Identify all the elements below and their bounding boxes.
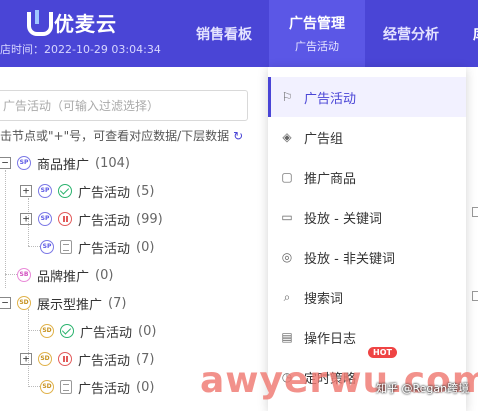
status-enabled-icon xyxy=(58,184,72,198)
sp-type-icon: SP xyxy=(38,212,52,226)
menu-item-search-terms[interactable]: ⌕ 搜索词 xyxy=(268,277,466,317)
checkbox-icon[interactable] xyxy=(472,291,478,301)
sd-type-icon: SD xyxy=(40,324,54,338)
refresh-icon[interactable]: ↻ xyxy=(233,129,243,143)
menu-item-operation-log[interactable]: ▤ 操作日志 xyxy=(268,317,466,357)
menu-item-product-targeting[interactable]: ◎ 投放 - 非关键词 xyxy=(268,237,466,277)
nav-inventory[interactable]: 库 xyxy=(470,0,478,67)
tree-hint: 击节点或"+"号，可查看对应数据/下层数据 ↻ xyxy=(0,127,243,144)
logo-text: 优麦云 xyxy=(54,12,117,36)
hot-badge: HOT xyxy=(368,347,397,358)
target-icon: ◎ xyxy=(281,250,293,264)
tree-node-label: 广告活动 xyxy=(78,241,131,257)
store-time: 店时间：2022-10-29 03:04:34 xyxy=(0,43,161,56)
hint-text: 击节点或"+"号，可查看对应数据/下层数据 xyxy=(0,129,230,143)
expand-toggle-icon[interactable]: + xyxy=(20,213,32,225)
menu-item-keyword-targeting[interactable]: ▭ 投放 - 关键词 xyxy=(268,197,466,237)
search-input[interactable] xyxy=(0,91,247,120)
tree-node-label: 广告活动 xyxy=(78,353,131,369)
sp-type-icon: SP xyxy=(17,156,31,170)
cart-icon: ▢ xyxy=(281,170,293,184)
checkbox-icon[interactable] xyxy=(472,207,478,217)
status-archived-icon xyxy=(60,380,72,394)
tree-node-sd[interactable]: − SD 展示型推广 (7) xyxy=(0,293,126,313)
tree-node-label: 展示型推广 xyxy=(37,297,103,313)
tree-node-campaign[interactable]: + SP 广告活动 (5) xyxy=(20,181,154,201)
menu-item-ad-groups[interactable]: ◈ 广告组 xyxy=(268,117,466,157)
tree-node-campaign[interactable]: SP 广告活动 (0) xyxy=(40,237,154,257)
top-navigation-bar: 优麦云 店时间：2022-10-29 03:04:34 销售看板 广告管理 广告… xyxy=(0,0,478,67)
layers-icon: ◈ xyxy=(282,130,292,144)
collapse-toggle-icon[interactable]: − xyxy=(0,157,11,169)
nav-label: 广告管理 xyxy=(289,16,345,32)
flag-icon: ⚐ xyxy=(281,90,293,104)
log-icon: ▤ xyxy=(281,330,293,344)
sd-type-icon: SD xyxy=(17,296,31,310)
tree-node-campaign[interactable]: SD 广告活动 (0) xyxy=(40,377,154,397)
logo-mark-icon xyxy=(26,9,53,36)
tree-node-count: (0) xyxy=(136,379,155,395)
tree-filter-search[interactable] xyxy=(0,90,248,121)
nav-business-analysis[interactable]: 经营分析 xyxy=(380,0,442,67)
tree-node-count: (99) xyxy=(136,211,163,227)
tree-node-count: (0) xyxy=(136,239,155,255)
menu-item-label: 投放 - 非关键词 xyxy=(304,251,395,267)
tree-node-count: (7) xyxy=(108,295,127,311)
tree-connector xyxy=(28,246,40,247)
tree-node-count: (7) xyxy=(136,351,155,367)
tree-node-label: 广告活动 xyxy=(78,213,131,229)
nav-label: 库 xyxy=(473,24,478,44)
tree-connector xyxy=(28,386,40,387)
sd-type-icon: SD xyxy=(40,380,54,394)
nav-sales-dashboard[interactable]: 销售看板 xyxy=(193,0,255,67)
expand-toggle-icon[interactable]: + xyxy=(20,185,32,197)
nav-ad-management[interactable]: 广告管理 广告活动 xyxy=(269,0,365,67)
status-paused-icon xyxy=(58,352,72,366)
app-logo[interactable]: 优麦云 xyxy=(26,8,117,37)
menu-item-label: 推广商品 xyxy=(304,171,357,187)
tree-node-count: (0) xyxy=(95,267,114,283)
collapse-toggle-icon[interactable]: − xyxy=(0,297,11,309)
nav-sub-label: 广告活动 xyxy=(295,40,339,53)
status-archived-icon xyxy=(60,240,72,254)
menu-item-label: 广告组 xyxy=(304,131,344,147)
tree-node-campaign[interactable]: + SP 广告活动 (99) xyxy=(20,209,163,229)
tree-node-label: 广告活动 xyxy=(80,325,133,341)
search-icon: ⌕ xyxy=(283,290,291,304)
tree-connector xyxy=(5,170,6,288)
menu-item-label: 广告活动 xyxy=(304,91,357,107)
menu-item-products[interactable]: ▢ 推广商品 xyxy=(268,157,466,197)
menu-item-label: 搜索词 xyxy=(304,291,344,307)
menu-item-campaigns[interactable]: ⚐ 广告活动 xyxy=(268,77,466,117)
tree-node-campaign[interactable]: SD 广告活动 (0) xyxy=(40,321,156,341)
tree-node-count: (5) xyxy=(136,183,155,199)
nav-label: 销售看板 xyxy=(196,26,252,43)
tree-node-label: 品牌推广 xyxy=(37,269,90,285)
sd-type-icon: SD xyxy=(38,352,52,366)
tree-node-campaign[interactable]: + SD 广告活动 (7) xyxy=(20,349,154,369)
status-paused-icon xyxy=(58,212,72,226)
nav-label: 经营分析 xyxy=(383,26,439,43)
tree-node-count: (104) xyxy=(95,155,130,171)
tree-node-label: 广告活动 xyxy=(78,185,131,201)
tree-node-sp[interactable]: − SP 商品推广 (104) xyxy=(0,153,130,173)
menu-item-label: 投放 - 关键词 xyxy=(304,211,382,227)
menu-item-label: 操作日志 xyxy=(304,331,357,347)
tree-node-label: 广告活动 xyxy=(78,381,131,397)
status-enabled-icon xyxy=(60,324,74,338)
sp-type-icon: SP xyxy=(38,184,52,198)
watermark-author: 知乎 @Regan跨境 xyxy=(376,382,470,395)
tree-connector xyxy=(28,330,40,331)
keyword-icon: ▭ xyxy=(281,210,293,224)
sb-type-icon: SB xyxy=(17,268,31,282)
tree-connector xyxy=(28,309,29,387)
tree-node-label: 商品推广 xyxy=(37,157,90,173)
tree-node-sb[interactable]: SB 品牌推广 (0) xyxy=(17,265,113,285)
tree-node-count: (0) xyxy=(138,323,157,339)
sp-type-icon: SP xyxy=(40,240,54,254)
tree-connector xyxy=(5,274,17,275)
expand-toggle-icon[interactable]: + xyxy=(20,353,32,365)
